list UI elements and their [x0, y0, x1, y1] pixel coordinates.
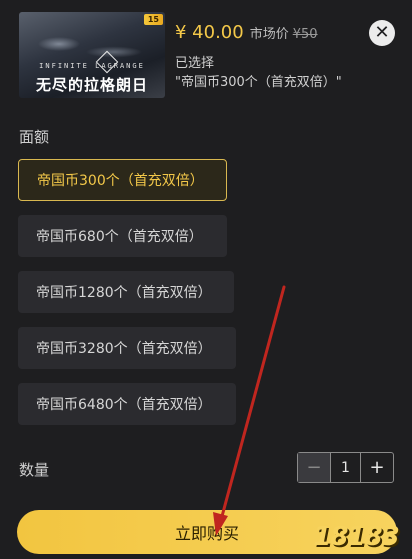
selected-label: 已选择 [175, 56, 215, 71]
option-3280[interactable]: 帝国币3280个（首充双倍） [18, 327, 236, 369]
quantity-label: 数量 [19, 461, 50, 479]
game-title: 无尽的拉格朗日 [35, 76, 148, 94]
game-subtitle: INFINITE LAGRANGE [39, 62, 145, 70]
quantity-value[interactable]: 1 [330, 453, 361, 482]
quantity-decrease-button[interactable]: − [298, 453, 330, 482]
market-price: ¥50 [292, 27, 318, 42]
price-row: ¥ 40.00 市场价 ¥50 [175, 22, 318, 43]
spaceship-artwork [29, 24, 149, 64]
promo-badge: 15 [143, 14, 163, 25]
selected-value: "帝国币300个（首充双倍）" [175, 75, 342, 90]
option-1280[interactable]: 帝国币1280个（首充双倍） [18, 271, 234, 313]
close-button[interactable]: ✕ [369, 20, 395, 46]
option-6480[interactable]: 帝国币6480个（首充双倍） [18, 383, 236, 425]
option-300[interactable]: 帝国币300个（首充双倍） [18, 159, 227, 201]
market-price-label: 市场价 [249, 27, 289, 42]
close-icon: ✕ [374, 22, 390, 43]
site-watermark: 18183 [313, 522, 399, 552]
current-price: ¥ 40.00 [175, 22, 244, 43]
quantity-stepper: − 1 + [297, 452, 394, 483]
game-thumbnail: 15 INFINITE LAGRANGE 无尽的拉格朗日 [19, 12, 165, 98]
quantity-increase-button[interactable]: + [361, 453, 393, 482]
option-680[interactable]: 帝国币680个（首充双倍） [18, 215, 227, 257]
denomination-label: 面额 [19, 128, 50, 146]
